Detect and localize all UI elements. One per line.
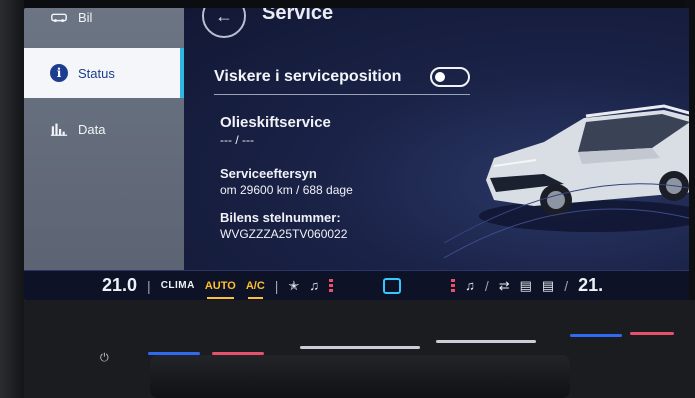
vin-title: Bilens stelnummer: — [220, 210, 341, 225]
inspection-block: Serviceeftersyn om 29600 km / 688 dage — [220, 166, 353, 197]
rear-defrost-icon[interactable]: ▤ — [542, 278, 554, 294]
sidebar-item-label: Data — [78, 121, 106, 137]
sidebar-item-label: Bil — [78, 9, 93, 25]
divider: | — [147, 277, 151, 294]
seat-heat-level-right — [451, 278, 456, 293]
sidebar-item-car[interactable]: Bil — [24, 8, 184, 42]
oil-service-title: Olieskiftservice — [220, 114, 331, 131]
wiper-service-label: Viskere i serviceposition — [214, 68, 402, 85]
oil-service-block: Olieskiftservice --- / --- — [220, 114, 331, 147]
info-icon: i — [50, 64, 68, 82]
wiper-service-toggle[interactable] — [430, 67, 470, 87]
seat-heat-level-left — [329, 278, 334, 293]
divider: | — [274, 277, 279, 294]
power-icon[interactable]: ⏻ — [100, 352, 109, 365]
toggle-knob — [435, 72, 445, 82]
back-arrow-icon: ← — [215, 8, 233, 26]
ac-button[interactable]: A/C — [246, 280, 265, 299]
back-button[interactable]: ← — [202, 8, 246, 38]
background-curves — [444, 183, 689, 259]
recirculation-icon[interactable]: ⇄ — [499, 278, 510, 294]
inspection-value: om 29600 km / 688 dage — [220, 183, 353, 197]
clima-bar: 21.0 | CLIMA AUTO A/C | ✭ ♫ ♫ / ⇄ ▤ ▤ / … — [24, 270, 689, 300]
car-icon — [50, 8, 68, 26]
oil-service-value: --- / --- — [220, 133, 254, 147]
auto-button[interactable]: AUTO — [205, 280, 236, 299]
inspection-title: Serviceeftersyn — [220, 166, 317, 181]
main-content: ← Service Viskere i serviceposition Olie… — [184, 8, 689, 300]
seat-heat-right-icon[interactable]: ♫ — [465, 278, 475, 293]
screen-frame-top — [0, 0, 695, 8]
temp-right[interactable]: 21. — [578, 275, 603, 296]
seat-heat-left-icon[interactable]: ♫ — [309, 278, 319, 293]
home-button[interactable] — [383, 277, 402, 294]
sidebar: Bil i Status Data — [24, 8, 184, 300]
sidebar-item-data[interactable]: Data — [24, 104, 184, 154]
page-title: Service — [262, 8, 334, 24]
front-defrost-icon[interactable]: ▤ — [520, 278, 532, 294]
clima-button[interactable]: CLIMA — [161, 280, 195, 291]
dashboard-left — [0, 0, 24, 398]
vin-value: WVGZZZA25TV060022 — [220, 227, 348, 241]
temp-left[interactable]: 21.0 — [102, 275, 137, 296]
temp-right-warm-strip — [630, 332, 674, 335]
hand-reflection — [150, 355, 570, 398]
divider: / — [564, 277, 569, 294]
vin-block: Bilens stelnummer: WVGZZZA25TV060022 — [220, 210, 347, 241]
volume-slider-left[interactable] — [300, 346, 420, 349]
temp-right-cool-strip — [570, 334, 622, 337]
sidebar-item-status[interactable]: i Status — [24, 48, 184, 98]
wiper-service-row: Viskere i serviceposition — [214, 60, 470, 95]
divider: / — [484, 277, 489, 294]
sidebar-item-label: Status — [78, 65, 115, 81]
infotainment-screen: Bil i Status Data ← Service Viskere i se… — [24, 8, 689, 300]
bar-chart-icon — [50, 120, 68, 138]
volume-slider-right[interactable] — [436, 340, 536, 343]
fan-icon[interactable]: ✭ — [288, 278, 299, 294]
